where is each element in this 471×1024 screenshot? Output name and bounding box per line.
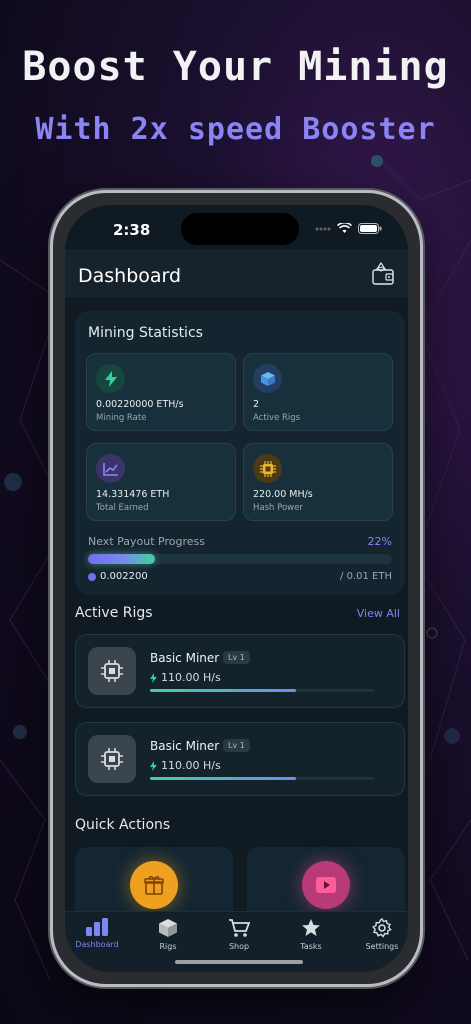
dynamic-island [181, 213, 299, 245]
eth-coin-icon [88, 572, 96, 581]
payout-target: / 0.01 ETH [340, 571, 392, 582]
payout-current-value: 0.002200 [100, 571, 148, 582]
rig-name: Basic Miner [150, 651, 220, 665]
phone-frame: 2:38 Dashboard Mining Statistics 0.00220… [50, 190, 423, 987]
app-header: Dashboard [65, 249, 408, 297]
rig-rate: 110.00 H/s [150, 671, 221, 684]
stat-value: 2 [253, 399, 260, 410]
stat-label: Mining Rate [96, 413, 147, 423]
stat-value: 14.331476 ETH [96, 489, 170, 500]
tab-label: Dashboard [75, 940, 119, 949]
payout-progress-bar [88, 554, 392, 564]
wallet-icon[interactable] [370, 261, 396, 287]
chip-icon [88, 647, 136, 695]
promo-headline: Boost Your Mining [22, 44, 449, 90]
rig-progress-fill [150, 777, 296, 780]
rig-progress-bar [150, 777, 374, 780]
bolt-icon [150, 672, 157, 683]
status-icons [315, 223, 382, 234]
rig-card[interactable]: Basic Miner Lv 1 110.00 H/s [75, 634, 405, 708]
cart-icon [229, 919, 250, 937]
wifi-icon [337, 223, 352, 233]
view-all-link[interactable]: View All [357, 607, 400, 620]
stat-label: Total Earned [96, 503, 149, 513]
bolt-icon [96, 364, 125, 393]
payout-progress-label: Next Payout Progress [88, 535, 205, 548]
rig-level-badge: Lv 1 [223, 739, 250, 752]
stat-label: Active Rigs [253, 413, 301, 423]
tab-shop[interactable]: Shop [209, 918, 269, 951]
rig-rate-value: 110.00 H/s [161, 759, 221, 772]
bolt-icon [150, 760, 157, 771]
gear-icon [372, 918, 392, 938]
stat-value: 0.00220000 ETH/s [96, 399, 184, 410]
mining-statistics-card: Mining Statistics 0.00220000 ETH/s Minin… [75, 311, 405, 595]
tab-settings[interactable]: Settings [352, 918, 408, 951]
trend-icon [96, 454, 125, 483]
payout-current: 0.002200 [88, 571, 148, 582]
stat-active-rigs: 2 Active Rigs [243, 353, 393, 431]
rig-rate-value: 110.00 H/s [161, 671, 221, 684]
rig-progress-fill [150, 689, 296, 692]
rig-rate: 110.00 H/s [150, 759, 221, 772]
star-icon [302, 919, 320, 936]
tab-label: Shop [228, 942, 250, 951]
payout-progress-fill [88, 554, 155, 564]
tab-dashboard[interactable]: Dashboard [67, 918, 127, 949]
tab-label: Settings [365, 942, 399, 951]
signal-icon [315, 227, 331, 230]
tab-tasks[interactable]: Tasks [281, 918, 341, 951]
payout-percent: 22% [367, 535, 392, 548]
app-screen: 2:38 Dashboard Mining Statistics 0.00220… [65, 205, 408, 972]
bottom-tab-bar: Dashboard Rigs Shop Tasks Settings [65, 911, 408, 972]
tab-label: Rigs [159, 942, 177, 951]
rig-card[interactable]: Basic Miner Lv 1 110.00 H/s [75, 722, 405, 796]
rig-name: Basic Miner [150, 739, 220, 753]
tab-label: Tasks [300, 942, 322, 951]
mining-statistics-title: Mining Statistics [88, 325, 203, 341]
stat-label: Hash Power [253, 503, 303, 513]
stat-hash-power: 220.00 MH/s Hash Power [243, 443, 393, 521]
stat-value: 220.00 MH/s [253, 489, 313, 500]
chip-icon [253, 454, 282, 483]
stat-total-earned: 14.331476 ETH Total Earned [86, 443, 236, 521]
rig-level-badge: Lv 1 [223, 651, 250, 664]
box-icon [159, 919, 177, 937]
video-play-icon [302, 861, 350, 909]
home-indicator [175, 960, 303, 964]
gift-icon [130, 861, 178, 909]
chip-icon [88, 735, 136, 783]
tab-rigs[interactable]: Rigs [138, 918, 198, 951]
page-title: Dashboard [78, 265, 182, 287]
quick-actions-title: Quick Actions [75, 817, 171, 833]
bar-chart-icon [86, 918, 108, 936]
status-time: 2:38 [113, 221, 151, 239]
active-rigs-title: Active Rigs [75, 605, 153, 621]
promo-subheadline: With 2x speed Booster [35, 112, 436, 147]
cube-icon [253, 364, 282, 393]
status-bar: 2:38 [65, 205, 408, 249]
battery-icon [358, 223, 382, 234]
stat-mining-rate: 0.00220000 ETH/s Mining Rate [86, 353, 236, 431]
rig-progress-bar [150, 689, 374, 692]
